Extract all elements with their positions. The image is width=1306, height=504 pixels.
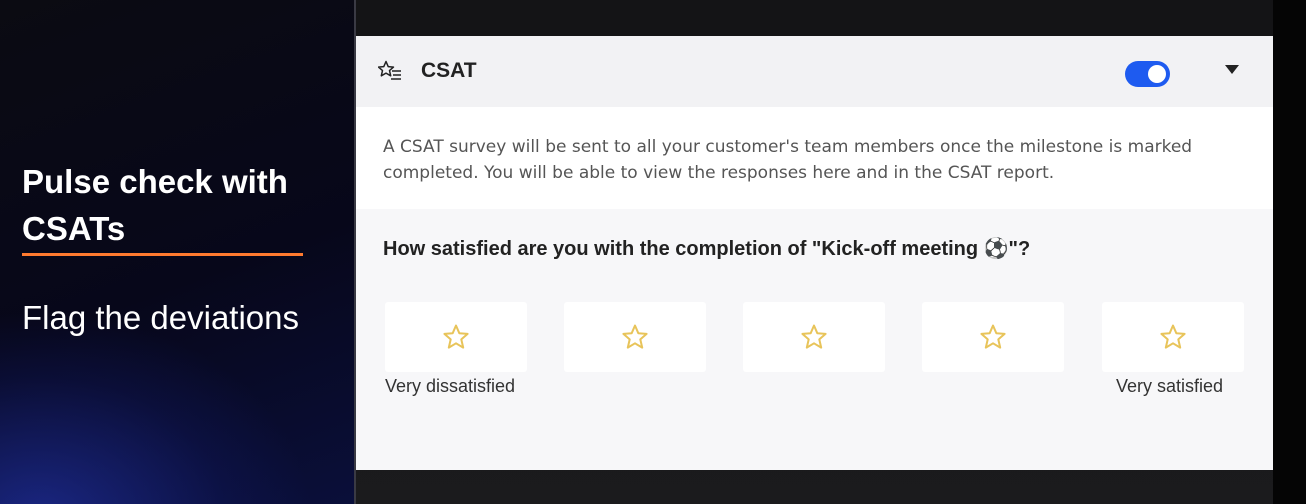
star-outline-icon [443,324,469,349]
rating-max-label: Very satisfied [1116,376,1224,396]
promo-subtitle: Flag the deviations [22,299,300,336]
star-outline-icon [980,324,1006,349]
star-outline-icon [801,324,827,349]
promo-title: Pulse check with CSATs [22,163,288,247]
rating-min-label: Very dissatisfied [385,376,516,396]
rating-option-3[interactable] [743,302,885,372]
rating-option-5[interactable] [1102,302,1244,372]
survey-question: How satisfied are you with the completio… [383,238,1031,260]
toggle-knob [1148,65,1166,83]
csat-card-header[interactable]: CSAT [356,36,1273,107]
caret-down-icon[interactable] [1225,65,1239,74]
frame-edge [1273,0,1306,504]
star-outline-icon [1160,324,1186,349]
rating-option-1[interactable] [385,302,527,372]
promo-divider [22,253,303,256]
star-list-icon [377,60,402,82]
card-title: CSAT [421,59,477,82]
survey-description: A CSAT survey will be sent to all your c… [383,137,1193,183]
star-outline-icon [622,324,648,349]
rating-option-2[interactable] [564,302,706,372]
csat-toggle[interactable] [1125,61,1170,87]
description-box: A CSAT survey will be sent to all your c… [356,107,1273,209]
csat-card: CSAT A CSAT survey will be sent to all y… [356,36,1273,470]
promo-panel: Pulse check with CSATs Flag the deviatio… [0,0,354,504]
rating-option-4[interactable] [922,302,1064,372]
